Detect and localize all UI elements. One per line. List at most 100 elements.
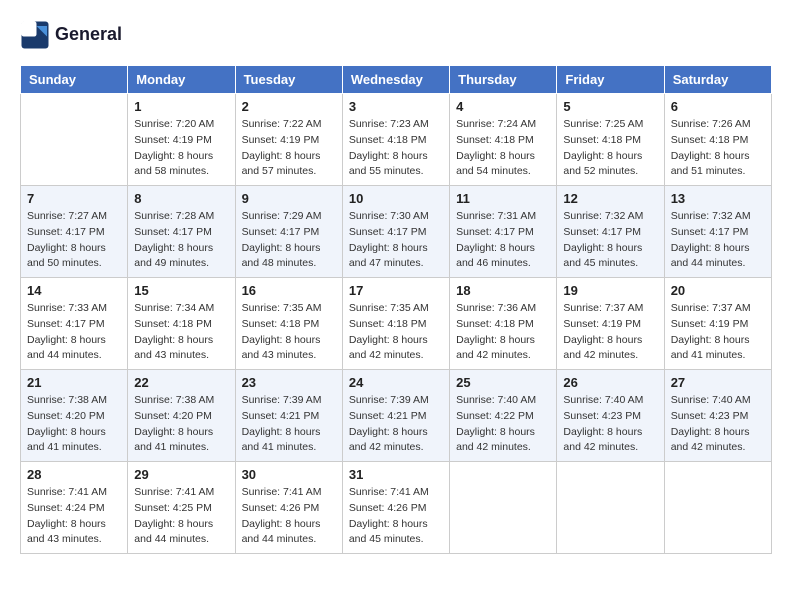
- calendar-cell: [664, 462, 771, 554]
- day-info: Sunrise: 7:24 AMSunset: 4:18 PMDaylight:…: [456, 117, 550, 180]
- day-info: Sunrise: 7:41 AMSunset: 4:25 PMDaylight:…: [134, 485, 228, 548]
- weekday-header-thursday: Thursday: [450, 66, 557, 94]
- calendar-cell: 25Sunrise: 7:40 AMSunset: 4:22 PMDayligh…: [450, 370, 557, 462]
- day-info: Sunrise: 7:32 AMSunset: 4:17 PMDaylight:…: [671, 209, 765, 272]
- day-info: Sunrise: 7:32 AMSunset: 4:17 PMDaylight:…: [563, 209, 657, 272]
- calendar-cell: 11 Sunrise: 7:31 AMSunset: 4:17 PMDayligh…: [450, 186, 557, 278]
- calendar-cell: 6 Sunrise: 7:26 AMSunset: 4:18 PMDaylight…: [664, 94, 771, 186]
- weekday-header-friday: Friday: [557, 66, 664, 94]
- day-info: Sunrise: 7:41 AMSunset: 4:26 PMDaylight:…: [242, 485, 336, 548]
- calendar-cell: [450, 462, 557, 554]
- day-info: Sunrise: 7:26 AMSunset: 4:18 PMDaylight:…: [671, 117, 765, 180]
- calendar-cell: 15 Sunrise: 7:34 AMSunset: 4:18 PMDayligh…: [128, 278, 235, 370]
- day-number: 5: [563, 99, 657, 114]
- calendar-cell: 1 Sunrise: 7:20 AMSunset: 4:19 PMDaylight…: [128, 94, 235, 186]
- day-info: Sunrise: 7:37 AMSunset: 4:19 PMDaylight:…: [671, 301, 765, 364]
- day-info: Sunrise: 7:30 AMSunset: 4:17 PMDaylight:…: [349, 209, 443, 272]
- day-number: 7: [27, 191, 121, 206]
- day-info: Sunrise: 7:40 AMSunset: 4:23 PMDaylight:…: [671, 393, 765, 456]
- calendar-cell: 20 Sunrise: 7:37 AMSunset: 4:19 PMDayligh…: [664, 278, 771, 370]
- calendar-cell: 21 Sunrise: 7:38 AMSunset: 4:20 PMDayligh…: [21, 370, 128, 462]
- weekday-header-wednesday: Wednesday: [342, 66, 449, 94]
- calendar-cell: 14 Sunrise: 7:33 AMSunset: 4:17 PMDayligh…: [21, 278, 128, 370]
- calendar-cell: [21, 94, 128, 186]
- calendar-cell: [557, 462, 664, 554]
- day-number: 2: [242, 99, 336, 114]
- day-number: 20: [671, 283, 765, 298]
- day-number: 23: [242, 375, 336, 390]
- calendar-cell: 12 Sunrise: 7:32 AMSunset: 4:17 PMDayligh…: [557, 186, 664, 278]
- day-number: 31: [349, 467, 443, 482]
- day-number: 16: [242, 283, 336, 298]
- day-number: 1: [134, 99, 228, 114]
- day-number: 28: [27, 467, 121, 482]
- logo-icon: [20, 20, 50, 50]
- day-info: Sunrise: 7:20 AMSunset: 4:19 PMDaylight:…: [134, 117, 228, 180]
- day-info: Sunrise: 7:35 AMSunset: 4:18 PMDaylight:…: [242, 301, 336, 364]
- day-number: 14: [27, 283, 121, 298]
- day-info: Sunrise: 7:41 AMSunset: 4:26 PMDaylight:…: [349, 485, 443, 548]
- day-info: Sunrise: 7:23 AMSunset: 4:18 PMDaylight:…: [349, 117, 443, 180]
- day-info: Sunrise: 7:34 AMSunset: 4:18 PMDaylight:…: [134, 301, 228, 364]
- calendar-cell: 8 Sunrise: 7:28 AMSunset: 4:17 PMDaylight…: [128, 186, 235, 278]
- calendar-cell: 28 Sunrise: 7:41 AMSunset: 4:24 PMDayligh…: [21, 462, 128, 554]
- day-number: 15: [134, 283, 228, 298]
- calendar-cell: 9 Sunrise: 7:29 AMSunset: 4:17 PMDaylight…: [235, 186, 342, 278]
- logo: General: [20, 20, 122, 50]
- day-number: 13: [671, 191, 765, 206]
- day-number: 4: [456, 99, 550, 114]
- calendar-cell: 26 Sunrise: 7:40 AMSunset: 4:23 PMDayligh…: [557, 370, 664, 462]
- day-info: Sunrise: 7:38 AMSunset: 4:20 PMDaylight:…: [134, 393, 228, 456]
- calendar-cell: 22 Sunrise: 7:38 AMSunset: 4:20 PMDayligh…: [128, 370, 235, 462]
- day-info: Sunrise: 7:25 AMSunset: 4:18 PMDaylight:…: [563, 117, 657, 180]
- day-info: Sunrise: 7:35 AMSunset: 4:18 PMDaylight:…: [349, 301, 443, 364]
- calendar-cell: 19 Sunrise: 7:37 AMSunset: 4:19 PMDayligh…: [557, 278, 664, 370]
- calendar-cell: 3 Sunrise: 7:23 AMSunset: 4:18 PMDaylight…: [342, 94, 449, 186]
- calendar-cell: 24 Sunrise: 7:39 AMSunset: 4:21 PMDayligh…: [342, 370, 449, 462]
- calendar-cell: 23 Sunrise: 7:39 AMSunset: 4:21 PMDayligh…: [235, 370, 342, 462]
- day-info: Sunrise: 7:28 AMSunset: 4:17 PMDaylight:…: [134, 209, 228, 272]
- calendar-cell: 4 Sunrise: 7:24 AMSunset: 4:18 PMDaylight…: [450, 94, 557, 186]
- weekday-header-monday: Monday: [128, 66, 235, 94]
- day-info: Sunrise: 7:36 AMSunset: 4:18 PMDaylight:…: [456, 301, 550, 364]
- day-number: 3: [349, 99, 443, 114]
- day-number: 6: [671, 99, 765, 114]
- day-number: 22: [134, 375, 228, 390]
- calendar-cell: 16 Sunrise: 7:35 AMSunset: 4:18 PMDayligh…: [235, 278, 342, 370]
- weekday-header-sunday: Sunday: [21, 66, 128, 94]
- logo-text: General: [55, 25, 122, 45]
- calendar-cell: 17 Sunrise: 7:35 AMSunset: 4:18 PMDayligh…: [342, 278, 449, 370]
- calendar-cell: 30 Sunrise: 7:41 AMSunset: 4:26 PMDayligh…: [235, 462, 342, 554]
- day-info: Sunrise: 7:29 AMSunset: 4:17 PMDaylight:…: [242, 209, 336, 272]
- calendar-cell: 27Sunrise: 7:40 AMSunset: 4:23 PMDayligh…: [664, 370, 771, 462]
- calendar-cell: 18Sunrise: 7:36 AMSunset: 4:18 PMDayligh…: [450, 278, 557, 370]
- weekday-header-tuesday: Tuesday: [235, 66, 342, 94]
- calendar-cell: 7Sunrise: 7:27 AMSunset: 4:17 PMDaylight…: [21, 186, 128, 278]
- day-info: Sunrise: 7:22 AMSunset: 4:19 PMDaylight:…: [242, 117, 336, 180]
- day-number: 12: [563, 191, 657, 206]
- day-number: 8: [134, 191, 228, 206]
- day-info: Sunrise: 7:37 AMSunset: 4:19 PMDaylight:…: [563, 301, 657, 364]
- day-number: 11: [456, 191, 550, 206]
- weekday-header-saturday: Saturday: [664, 66, 771, 94]
- day-number: 25: [456, 375, 550, 390]
- day-number: 9: [242, 191, 336, 206]
- day-number: 10: [349, 191, 443, 206]
- day-number: 30: [242, 467, 336, 482]
- day-info: Sunrise: 7:39 AMSunset: 4:21 PMDaylight:…: [242, 393, 336, 456]
- day-number: 29: [134, 467, 228, 482]
- calendar-cell: 2 Sunrise: 7:22 AMSunset: 4:19 PMDaylight…: [235, 94, 342, 186]
- day-info: Sunrise: 7:33 AMSunset: 4:17 PMDaylight:…: [27, 301, 121, 364]
- calendar-cell: 10 Sunrise: 7:30 AMSunset: 4:17 PMDayligh…: [342, 186, 449, 278]
- day-number: 26: [563, 375, 657, 390]
- day-number: 19: [563, 283, 657, 298]
- day-number: 17: [349, 283, 443, 298]
- calendar-cell: 31 Sunrise: 7:41 AMSunset: 4:26 PMDayligh…: [342, 462, 449, 554]
- day-info: Sunrise: 7:38 AMSunset: 4:20 PMDaylight:…: [27, 393, 121, 456]
- day-number: 24: [349, 375, 443, 390]
- day-info: Sunrise: 7:39 AMSunset: 4:21 PMDaylight:…: [349, 393, 443, 456]
- day-info: Sunrise: 7:31 AMSunset: 4:17 PMDaylight:…: [456, 209, 550, 272]
- day-info: Sunrise: 7:41 AMSunset: 4:24 PMDaylight:…: [27, 485, 121, 548]
- day-number: 21: [27, 375, 121, 390]
- day-info: Sunrise: 7:40 AMSunset: 4:23 PMDaylight:…: [563, 393, 657, 456]
